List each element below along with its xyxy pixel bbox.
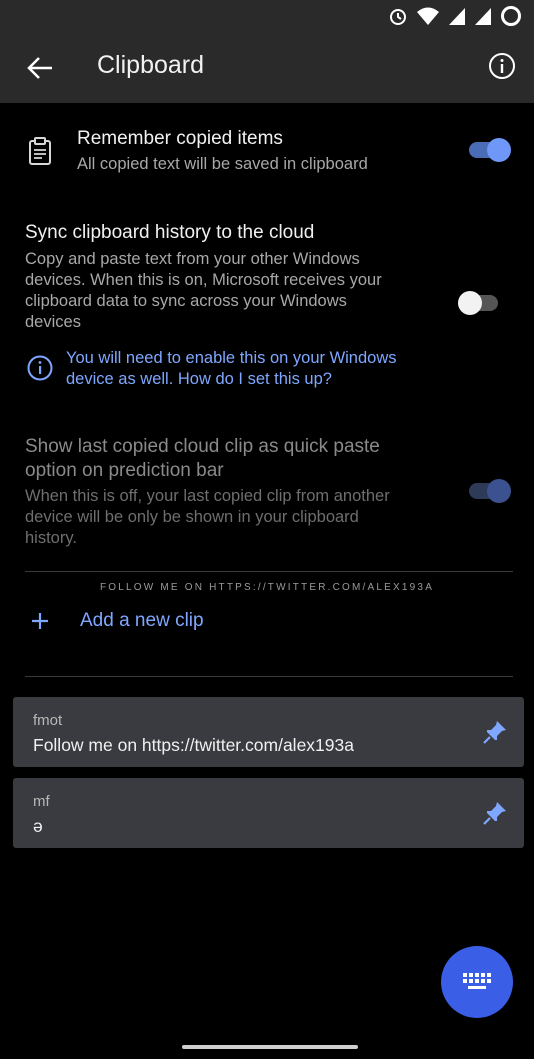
keyboard-fab-button[interactable] — [441, 946, 513, 1018]
plus-icon — [32, 613, 48, 629]
clip-text: ə — [33, 816, 43, 836]
sync-title: Sync clipboard history to the cloud — [25, 222, 315, 243]
remember-subtitle: All copied text will be saved in clipboa… — [77, 155, 368, 173]
signal-2-icon — [475, 8, 491, 25]
quick-paste-toggle[interactable] — [469, 479, 511, 503]
back-arrow-icon[interactable] — [24, 52, 56, 84]
sync-info-link[interactable]: You will need to enable this on your Win… — [66, 348, 397, 390]
clipboard-icon — [29, 137, 51, 165]
remember-toggle[interactable] — [469, 138, 511, 162]
clip-title: fmot — [33, 712, 63, 729]
divider — [25, 676, 513, 677]
clip-text: Follow me on https://twitter.com/alex193… — [33, 735, 354, 755]
divider — [25, 571, 513, 572]
alarm-icon — [390, 9, 406, 25]
info-icon[interactable] — [488, 52, 516, 80]
clip-title: mf — [33, 793, 50, 810]
signal-icon — [449, 8, 465, 25]
sync-toggle[interactable] — [458, 291, 498, 315]
sync-subtitle: Copy and paste text from your other Wind… — [25, 250, 382, 331]
sync-info-note[interactable]: You will need to enable this on your Win… — [0, 347, 534, 391]
clip-item[interactable]: fmot Follow me on https://twitter.com/al… — [13, 697, 524, 767]
quick-paste-subtitle: When this is off, your last copied clip … — [25, 487, 390, 547]
sync-setting-row[interactable]: Sync clipboard history to the cloud Copy… — [0, 220, 534, 340]
app-bar: Clipboard — [0, 32, 534, 103]
keyboard-icon — [463, 973, 491, 989]
quick-paste-setting-row[interactable]: Show last copied cloud clip as quick pas… — [0, 435, 534, 555]
info-circle-icon — [27, 355, 53, 381]
follow-watermark-text: FOLLOW ME ON HTTPS://TWITTER.COM/ALEX193… — [99, 582, 435, 593]
wifi-icon — [417, 7, 439, 25]
remember-title: Remember copied items — [77, 128, 283, 149]
gesture-nav-bar[interactable] — [182, 1045, 358, 1049]
battery-icon — [501, 6, 521, 26]
page-title: Clipboard — [97, 51, 205, 79]
clip-item[interactable]: mf ə — [13, 778, 524, 848]
pin-icon[interactable] — [482, 719, 508, 745]
status-bar — [0, 0, 534, 32]
add-clip-button[interactable]: Add a new clip — [28, 609, 204, 633]
pin-icon[interactable] — [482, 800, 508, 826]
remember-setting-row[interactable]: Remember copied items All copied text wi… — [0, 118, 534, 188]
quick-paste-title: Show last copied cloud clip as quick pas… — [25, 436, 380, 481]
add-clip-label: Add a new clip — [80, 610, 204, 631]
